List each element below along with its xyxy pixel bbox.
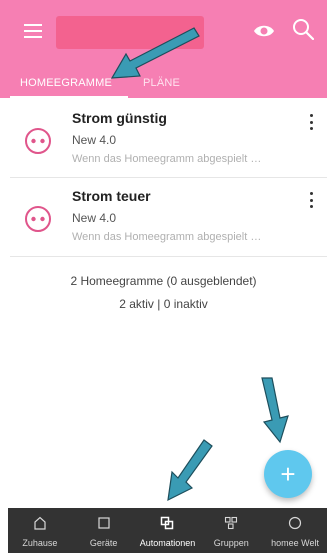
annotation-arrow-fab bbox=[261, 377, 289, 444]
tab-homeegramme[interactable]: HOMEEGRAMME bbox=[20, 70, 112, 96]
homeegram-icon bbox=[25, 206, 51, 232]
nav-label: Automationen bbox=[139, 538, 196, 548]
nav-label: Geräte bbox=[89, 538, 118, 548]
tab-plaene[interactable]: PLÄNE bbox=[143, 70, 180, 96]
item-version: New 4.0 bbox=[72, 211, 117, 225]
nav-item-gruppen[interactable]: Gruppen bbox=[199, 508, 263, 553]
app-header: HOMEEGRAMME PLÄNE bbox=[0, 0, 327, 98]
home-icon bbox=[34, 516, 46, 530]
more-options-icon[interactable] bbox=[308, 114, 314, 130]
nav-label: Gruppen bbox=[213, 538, 249, 548]
eye-icon[interactable] bbox=[253, 22, 275, 40]
redacted-title bbox=[56, 16, 204, 49]
more-options-icon[interactable] bbox=[308, 192, 314, 208]
groups-icon bbox=[225, 516, 238, 530]
list-item[interactable]: Strom teuer New 4.0 Wenn das Homeegramm … bbox=[0, 178, 327, 256]
item-name: Strom teuer bbox=[72, 188, 151, 204]
nav-label: Zuhause bbox=[22, 538, 58, 548]
homeegram-status: 2 aktiv | 0 inaktiv bbox=[119, 297, 208, 311]
nav-item-automationen[interactable]: Automationen bbox=[136, 508, 200, 553]
item-description: Wenn das Homeegramm abgespielt wird bbox=[72, 153, 262, 165]
item-name: Strom günstig bbox=[72, 110, 167, 126]
item-version: New 4.0 bbox=[72, 133, 117, 147]
nav-item-zuhause[interactable]: Zuhause bbox=[8, 508, 72, 553]
active-tab-indicator bbox=[10, 96, 128, 98]
world-icon bbox=[288, 516, 302, 530]
add-automation-button[interactable]: + bbox=[264, 450, 312, 498]
hamburger-menu-icon[interactable] bbox=[24, 24, 42, 38]
bottom-navigation: Zuhause Geräte Automationen Gruppen home… bbox=[8, 508, 327, 553]
automation-icon bbox=[161, 516, 174, 530]
device-icon bbox=[98, 517, 110, 529]
annotation-arrow-nav bbox=[167, 439, 213, 502]
homeegram-count: 2 Homeegramme (0 ausgeblendet) bbox=[70, 274, 257, 288]
nav-item-homee-welt[interactable]: homee Welt bbox=[263, 508, 327, 553]
item-description: Wenn das Homeegramm abgespielt wird bbox=[72, 231, 262, 243]
list-item[interactable]: Strom günstig New 4.0 Wenn das Homeegram… bbox=[0, 100, 327, 178]
search-icon[interactable] bbox=[292, 18, 314, 40]
divider bbox=[10, 256, 327, 257]
homeegram-icon bbox=[25, 128, 51, 154]
nav-item-geraete[interactable]: Geräte bbox=[72, 508, 136, 553]
nav-label: homee Welt bbox=[271, 538, 319, 548]
